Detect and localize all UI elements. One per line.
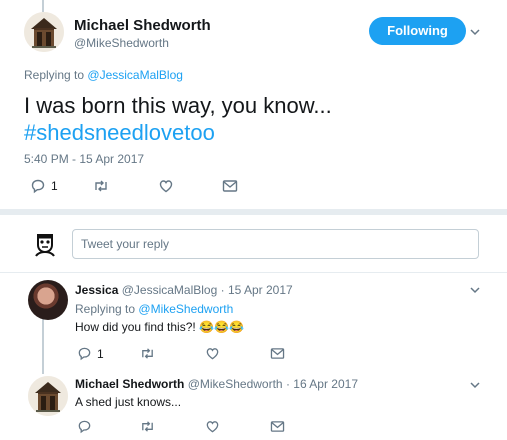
following-button[interactable]: Following [369, 17, 466, 45]
avatar[interactable] [28, 280, 68, 320]
reply-icon [31, 179, 45, 194]
replying-to: Replying to @MikeShedworth [75, 302, 233, 316]
message-action[interactable] [270, 420, 285, 433]
reply-count: 1 [97, 346, 104, 361]
reply-input[interactable]: Tweet your reply [72, 229, 479, 259]
mail-icon [270, 421, 285, 432]
section-divider [0, 209, 507, 215]
message-action[interactable] [270, 347, 285, 360]
heart-icon [159, 180, 173, 193]
reply-box-divider [0, 272, 507, 273]
reply-author-handle[interactable]: @JessicaMalBlog [122, 283, 218, 297]
chevron-down-icon[interactable] [470, 27, 480, 37]
emoji: 😂😂😂 [199, 320, 244, 334]
reply-count: 1 [51, 179, 58, 193]
heart-icon [206, 421, 219, 433]
replying-to-handle[interactable]: @MikeShedworth [138, 302, 233, 316]
reply-author-name[interactable]: Michael Shedworth [75, 377, 184, 391]
reply-date[interactable]: 16 Apr 2017 [293, 377, 358, 391]
reply-header: Michael Shedworth @MikeShedworth · 16 Ap… [75, 377, 358, 391]
tweet-text: I was born this way, you know... #shedsn… [24, 92, 332, 146]
retweet-icon [95, 180, 107, 192]
reply-header: Jessica @JessicaMalBlog · 15 Apr 2017 [75, 283, 293, 297]
reply-action[interactable] [77, 419, 97, 434]
mail-icon [270, 348, 285, 359]
shed-avatar-image [28, 376, 68, 416]
user-face-icon [30, 228, 60, 258]
message-action[interactable] [222, 179, 238, 193]
avatar[interactable] [24, 12, 64, 52]
replying-to-label: Replying to [24, 68, 85, 82]
reply-text: How did you find this?! 😂😂😂 [75, 320, 244, 334]
heart-icon [206, 348, 219, 360]
chevron-down-icon[interactable] [470, 285, 480, 295]
tweet-text-line: I was born this way, you know... [24, 93, 332, 118]
current-user-avatar[interactable] [30, 228, 60, 258]
reply-author-name[interactable]: Jessica [75, 283, 118, 297]
reply-date[interactable]: 15 Apr 2017 [228, 283, 293, 297]
hashtag-link[interactable]: #shedsneedlovetoo [24, 119, 332, 146]
retweet-icon [142, 421, 153, 432]
reply-icon [78, 347, 91, 361]
mail-icon [222, 180, 238, 192]
reply-icon [78, 420, 91, 434]
reply-text: A shed just knows... [75, 395, 182, 409]
reply-action[interactable]: 1 [77, 346, 104, 361]
replying-to-label: Replying to [75, 302, 136, 316]
avatar[interactable] [28, 376, 68, 416]
retweet-action[interactable] [92, 178, 115, 194]
reply-action[interactable]: 1 [30, 178, 58, 194]
author-handle[interactable]: @MikeShedworth [74, 36, 169, 50]
author-name[interactable]: Michael Shedworth [74, 17, 211, 34]
replying-to-handle[interactable]: @JessicaMalBlog [87, 68, 183, 82]
like-action[interactable] [158, 178, 179, 194]
reply-separator: · [285, 377, 290, 391]
replying-to: Replying to @JessicaMalBlog [24, 68, 183, 82]
retweet-action[interactable] [139, 419, 156, 434]
thread-line-replies [42, 318, 44, 374]
reply-text-content: How did you find this?! [75, 320, 196, 334]
retweet-icon [142, 348, 153, 359]
reply-author-handle[interactable]: @MikeShedworth [188, 377, 283, 391]
reply-separator: · [220, 283, 225, 297]
like-action[interactable] [205, 346, 220, 361]
chevron-down-icon[interactable] [470, 380, 480, 390]
thread-line-top [42, 0, 44, 12]
tweet-timestamp[interactable]: 5:40 PM - 15 Apr 2017 [24, 152, 144, 166]
like-action[interactable] [205, 419, 220, 434]
retweet-action[interactable] [139, 346, 156, 361]
shed-avatar-image [24, 12, 64, 52]
